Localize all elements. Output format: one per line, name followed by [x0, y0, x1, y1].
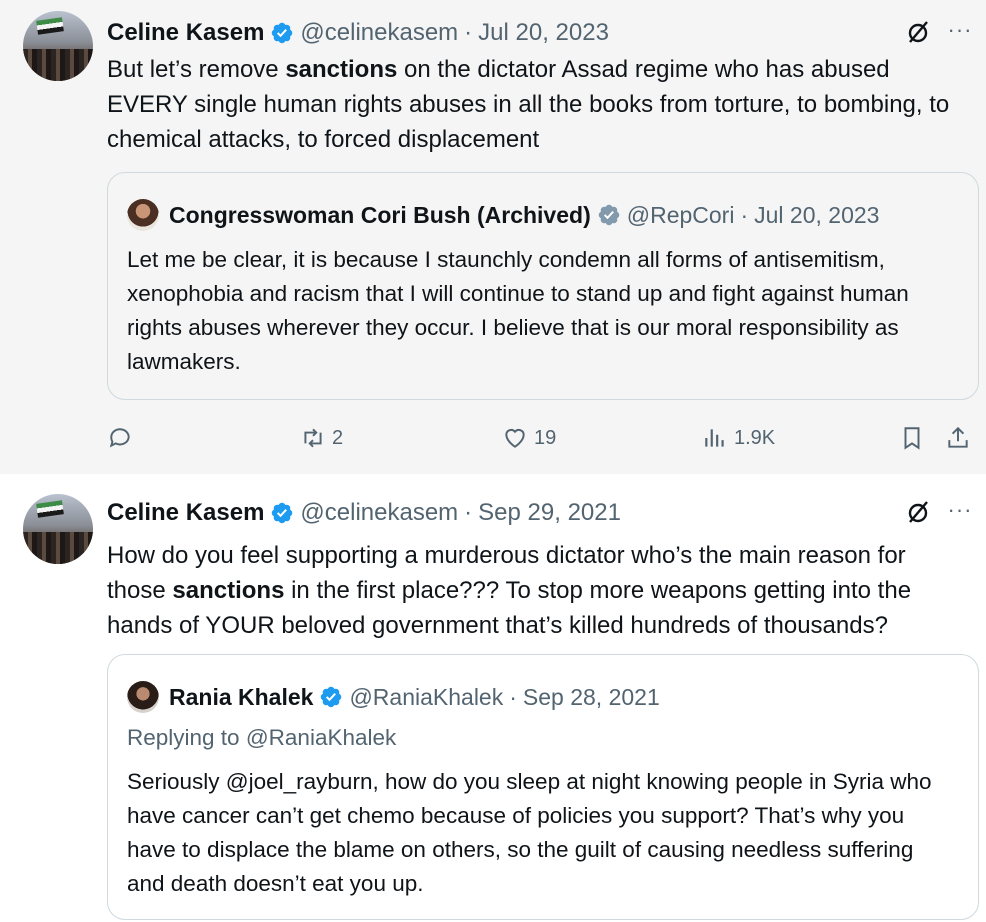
replying-to-handle[interactable]: @RaniaKhalek — [246, 725, 396, 750]
separator-dot: · — [464, 499, 473, 526]
tweet-text: How do you feel supporting a murderous d… — [107, 542, 912, 639]
verified-badge-icon — [321, 686, 342, 708]
quoted-author-name[interactable]: Congresswoman Cori Bush (Archived) — [169, 202, 591, 229]
retweet-icon — [304, 428, 322, 448]
quoted-avatar[interactable] — [127, 681, 159, 713]
tweet-header: Celine Kasem @celinekasem · Sep 29, 2021… — [107, 498, 986, 528]
verified-gray-badge-icon — [598, 204, 619, 226]
reply-icon — [109, 428, 130, 448]
bookmark-button[interactable] — [899, 418, 925, 458]
author-handle[interactable]: @celinekasem — [300, 499, 458, 527]
heart-icon — [505, 428, 525, 448]
quoted-tweet-date[interactable]: Jul 20, 2023 — [754, 202, 879, 229]
view-count: 1.9K — [734, 426, 776, 449]
author-name[interactable]: Celine Kasem — [107, 499, 264, 527]
tweet-text: But let’s remove sanctions on the dictat… — [107, 56, 950, 153]
verified-badge-icon — [272, 22, 293, 44]
tweet-date[interactable]: Jul 20, 2023 — [478, 19, 609, 47]
author-handle[interactable]: @celinekasem — [300, 19, 458, 47]
separator-dot: · — [464, 19, 473, 46]
avatar[interactable] — [23, 11, 93, 81]
retweet-button[interactable]: 2 — [300, 418, 343, 458]
bookmark-icon — [904, 427, 920, 450]
quoted-tweet-date[interactable]: Sep 28, 2021 — [523, 684, 660, 711]
author-name[interactable]: Celine Kasem — [107, 19, 264, 47]
replying-to: Replying to @RaniaKhalek — [127, 725, 397, 750]
tweet-date[interactable]: Sep 29, 2021 — [478, 499, 621, 527]
separator-dot: · — [509, 683, 517, 710]
quoted-tweet-text: Seriously @joel_rayburn, how do you slee… — [127, 769, 932, 896]
tweet-1[interactable]: Celine Kasem @celinekasem · Jul 20, 2023… — [0, 0, 986, 474]
grok-icon[interactable] — [904, 18, 932, 46]
quoted-tweet-header: Rania Khalek @RaniaKhalek · Sep 28, 2021 — [127, 681, 660, 713]
more-options-icon[interactable]: ··· — [946, 498, 974, 526]
tweet-header: Celine Kasem @celinekasem · Jul 20, 2023… — [107, 18, 986, 48]
quoted-tweet-text: Let me be clear, it is because I staunch… — [127, 247, 909, 374]
views-button[interactable]: 1.9K — [702, 418, 775, 458]
share-icon — [948, 426, 968, 448]
reply-button[interactable] — [107, 418, 133, 458]
like-count: 19 — [534, 426, 557, 449]
avatar[interactable] — [23, 494, 93, 564]
tweet-2[interactable]: Celine Kasem @celinekasem · Sep 29, 2021… — [0, 474, 986, 922]
share-button[interactable] — [945, 418, 971, 458]
like-button[interactable]: 19 — [502, 418, 556, 458]
more-options-icon[interactable]: ··· — [946, 18, 974, 46]
quoted-author-name[interactable]: Rania Khalek — [169, 684, 313, 711]
quoted-author-handle[interactable]: @RaniaKhalek — [349, 684, 503, 711]
action-bar: 2 19 1.9K — [107, 418, 977, 458]
quoted-author-handle[interactable]: @RepCori — [627, 202, 735, 229]
quoted-avatar[interactable] — [127, 199, 159, 231]
separator-dot: · — [740, 201, 749, 228]
quoted-tweet[interactable]: Rania Khalek @RaniaKhalek · Sep 28, 2021… — [107, 654, 979, 920]
views-icon — [705, 429, 724, 447]
verified-badge-icon — [272, 502, 293, 524]
grok-icon[interactable] — [904, 498, 932, 526]
quoted-tweet[interactable]: Congresswoman Cori Bush (Archived) @RepC… — [107, 172, 979, 400]
quoted-tweet-header: Congresswoman Cori Bush (Archived) @RepC… — [127, 199, 879, 231]
retweet-count: 2 — [332, 426, 344, 449]
